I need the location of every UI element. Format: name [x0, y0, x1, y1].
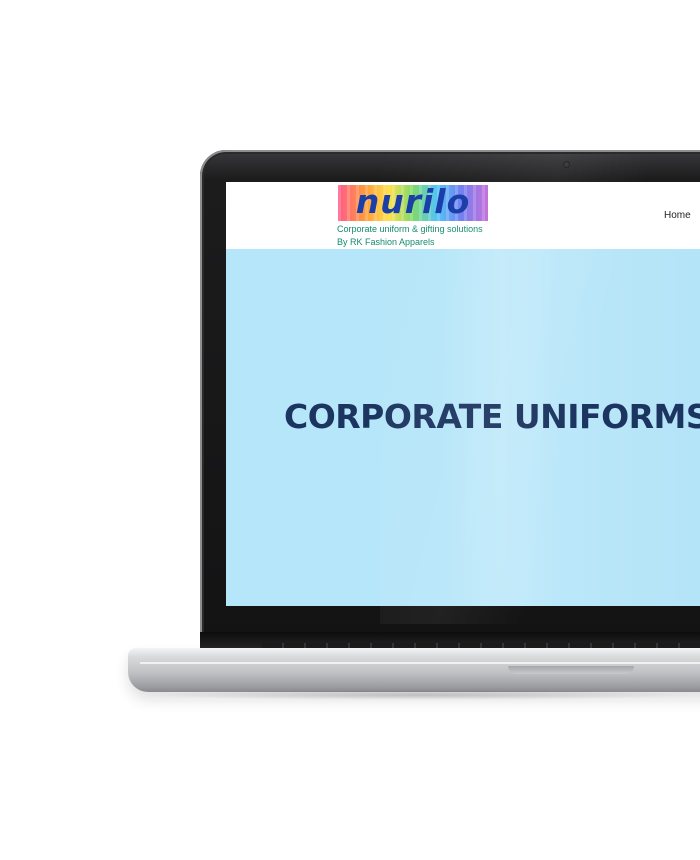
laptop-base-highlight	[140, 662, 700, 664]
site-logo[interactable]: nurilo	[338, 185, 488, 221]
laptop-screen: nurilo Corporate uniform & gifting solut…	[226, 182, 700, 606]
hero-banner: CORPORATE UNIFORMS	[226, 249, 700, 606]
hero-title: CORPORATE UNIFORMS	[284, 397, 700, 436]
site-tagline: Corporate uniform & gifting solutions	[337, 224, 483, 234]
laptop-opening-notch	[508, 666, 634, 674]
webcam-icon	[564, 162, 569, 167]
site-header: nurilo Corporate uniform & gifting solut…	[226, 182, 700, 249]
logo-wordmark: nurilo	[355, 185, 471, 221]
mockup-stage: nurilo Corporate uniform & gifting solut…	[0, 0, 700, 860]
nav-home-link[interactable]: Home	[664, 210, 691, 221]
site-byline: By RK Fashion Apparels	[337, 237, 435, 247]
laptop-shadow	[140, 690, 700, 700]
